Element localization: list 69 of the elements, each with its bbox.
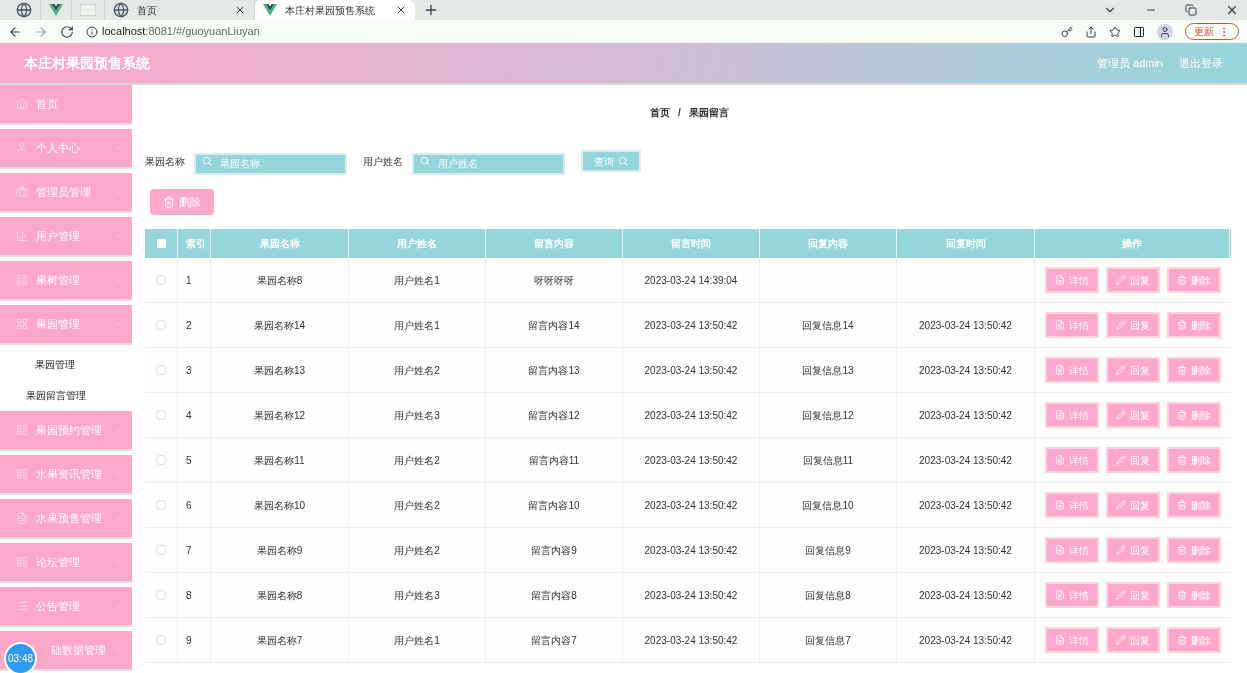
table-cell-text: 果园名称11 xyxy=(254,453,305,468)
table-cell-text: 2023-03-24 14:39:04 xyxy=(644,273,738,288)
table-cell-text: 回复信息12 xyxy=(802,408,854,423)
table-cell-text: 2023-03-24 13:50:42 xyxy=(644,453,738,468)
table-cell-text: 4 xyxy=(186,408,192,423)
table-cell-text: 果园名称13 xyxy=(253,363,306,378)
table-cell-text: 2 xyxy=(186,318,192,333)
table-cell-text: 留言内容11 xyxy=(528,453,580,468)
table-cell-text: 用户姓名1 xyxy=(394,633,440,648)
table-cell-text: 留言内容7 xyxy=(531,633,577,648)
table-cell-text: 2023-03-24 13:50:42 xyxy=(919,408,1012,423)
table-cell-text: 呀呀呀呀 xyxy=(534,273,574,288)
table-cell-text: 果园名称10 xyxy=(253,498,306,513)
table-cell-text: 1 xyxy=(186,273,192,288)
table-cell-text: 8 xyxy=(186,588,192,603)
table-cell-text: 果园名称8 xyxy=(256,273,303,288)
table-cell-text: 回复信息11 xyxy=(802,453,854,468)
table-cell-text: 2023-03-24 13:50:42 xyxy=(644,588,738,603)
table-cell-text: 用户姓名3 xyxy=(394,588,440,603)
table-cell-text: 回复信息7 xyxy=(805,633,851,648)
table-cell-text: 回复信息10 xyxy=(802,498,854,513)
table-cell-text: 用户姓名2 xyxy=(394,453,440,468)
table-cell-text: 留言内容10 xyxy=(528,498,580,513)
table-cell-text: 用户姓名2 xyxy=(394,543,440,558)
table-cell-text: 5 xyxy=(186,453,192,468)
table-cell-text: 用户姓名1 xyxy=(394,273,440,288)
tab-title: 首页 xyxy=(137,3,158,18)
table-cell-text: 2023-03-24 13:50:42 xyxy=(919,588,1012,603)
table-cell-text: 果园名称14 xyxy=(253,318,306,333)
table-cell-text: 2023-03-24 13:50:42 xyxy=(644,543,738,558)
table-cell-text: 果园名称7 xyxy=(256,633,303,648)
admin-label: 管理员 admin xyxy=(1096,55,1163,71)
system-title: 本庄村果园预售系统 xyxy=(24,53,151,73)
field-label: 用户姓名 xyxy=(363,154,403,169)
table-cell-text: 2023-03-24 13:50:42 xyxy=(919,453,1012,468)
table-cell-text: 6 xyxy=(186,498,192,513)
tab-title: 本庄村果园预售系统 xyxy=(285,3,376,18)
table-cell-text: 果园名称8 xyxy=(256,588,303,603)
table-cell-text: 用户姓名2 xyxy=(394,498,440,513)
table-cell-text: 回复信息13 xyxy=(802,363,854,378)
table-cell-text: 2023-03-24 13:50:42 xyxy=(919,543,1012,558)
table-cell-text: 留言内容13 xyxy=(528,363,580,378)
table-cell-text: 2023-03-24 13:50:42 xyxy=(644,633,738,648)
table-cell-text: 回复信息14 xyxy=(802,318,854,333)
table-cell-text: 2023-03-24 13:50:42 xyxy=(919,363,1012,378)
table-cell-text: 2023-03-24 13:50:42 xyxy=(644,498,738,513)
table-cell-text: 7 xyxy=(186,543,192,558)
table-cell-text: 回复信息8 xyxy=(805,588,851,603)
breadcrumb-separator: / xyxy=(678,105,681,120)
table-cell-text: 9 xyxy=(186,633,192,648)
table-cell-text: 用户姓名1 xyxy=(394,318,440,333)
table-cell-text: 用户姓名3 xyxy=(394,408,440,423)
table-cell-text: 果园名称9 xyxy=(256,543,303,558)
table-cell-text: 留言内容8 xyxy=(531,588,577,603)
table-cell-text: 用户姓名2 xyxy=(394,363,440,378)
table-cell-text: 回复信息9 xyxy=(805,543,851,558)
table-cell-text: 3 xyxy=(186,363,192,378)
table-cell-text: 2023-03-24 13:50:42 xyxy=(919,318,1012,333)
field-label: 果园名称 xyxy=(145,154,185,169)
table-cell-text: 2023-03-24 13:50:42 xyxy=(919,633,1012,648)
table-cell-text: 2023-03-24 13:50:42 xyxy=(644,408,738,423)
table-cell-text: 留言内容9 xyxy=(531,543,577,558)
table-cell-text: 果园名称12 xyxy=(253,408,306,423)
table-cell-text: 留言内容12 xyxy=(528,408,580,423)
table-cell-text: 2023-03-24 13:50:42 xyxy=(644,363,738,378)
table-cell-text: 留言内容14 xyxy=(528,318,580,333)
table-cell-text: 2023-03-24 13:50:42 xyxy=(644,318,738,333)
url-text: localhost:8081/#/guoyuanLiuyan xyxy=(102,24,260,40)
table-cell-text: 2023-03-24 13:50:42 xyxy=(919,498,1012,513)
